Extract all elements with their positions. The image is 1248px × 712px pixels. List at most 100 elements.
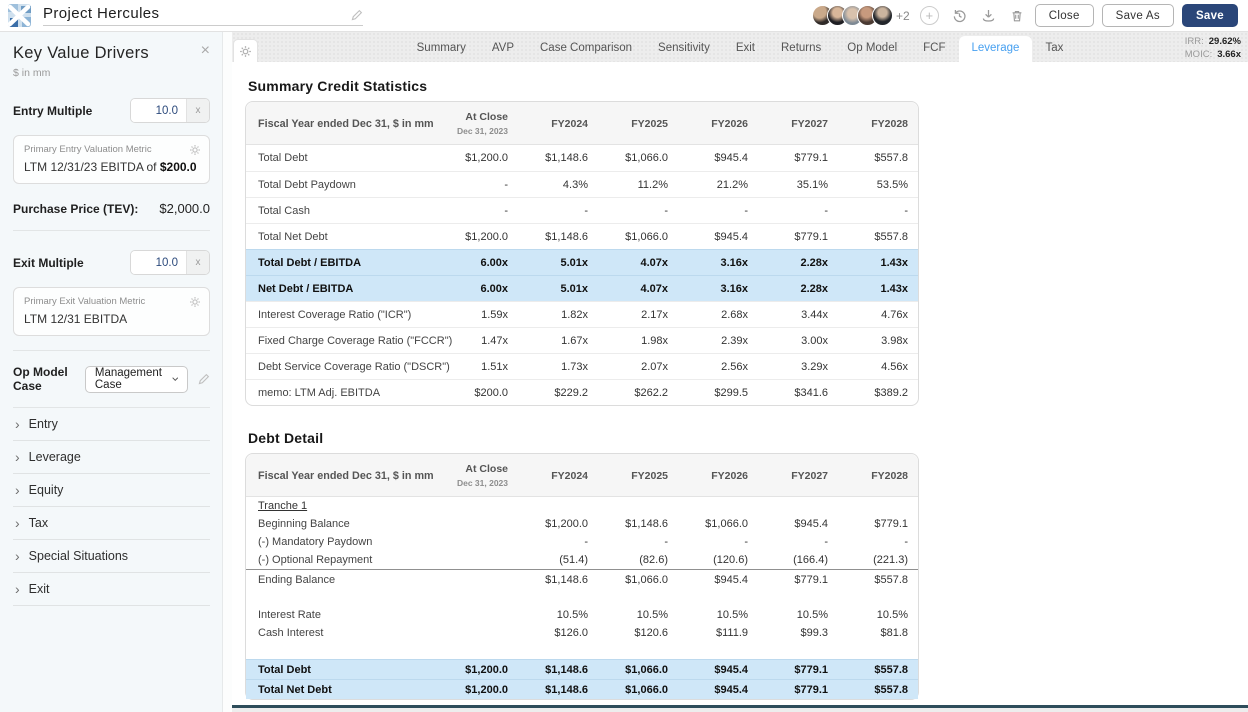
row-value: (166.4) [758, 554, 838, 566]
exit-valuation-metric-card[interactable]: Primary Exit Valuation Metric LTM 12/31 … [13, 287, 210, 336]
op-model-case-select[interactable]: Management Case [85, 366, 188, 393]
row-value: 1.73x [518, 361, 598, 373]
chevron-right-icon: › [15, 584, 20, 594]
row-value: 1.51x [438, 361, 518, 373]
entry-metric-text: LTM 12/31/23 EBITDA of [24, 160, 157, 174]
save-as-button[interactable]: Save As [1102, 4, 1174, 27]
summary-credit-statistics-title: Summary Credit Statistics [248, 78, 1248, 94]
row-label: Net Debt / EBITDA [246, 283, 438, 295]
tab-fcf[interactable]: FCF [910, 36, 958, 62]
tab-tax[interactable]: Tax [1032, 36, 1076, 62]
save-button[interactable]: Save [1182, 4, 1238, 27]
row-value: 1.47x [438, 335, 518, 347]
sidebar-section-entry[interactable]: ›Entry [13, 408, 210, 441]
header-year: FY2025 [598, 118, 678, 130]
add-collaborator-button[interactable]: + [918, 4, 941, 27]
close-button[interactable]: Close [1035, 4, 1094, 27]
row-value: $126.0 [518, 627, 598, 639]
gear-icon[interactable] [189, 143, 201, 161]
row-value: $557.8 [838, 152, 918, 164]
exit-multiple-input[interactable] [131, 251, 186, 274]
tab-list: SummaryAVPCase ComparisonSensitivityExit… [404, 36, 1077, 62]
history-icon[interactable] [949, 5, 970, 26]
edit-title-icon[interactable] [350, 9, 363, 22]
sidebar-scrollbar-track[interactable] [222, 32, 232, 712]
entry-valuation-metric-card[interactable]: Primary Entry Valuation Metric LTM 12/31… [13, 135, 210, 184]
sidebar-section-exit[interactable]: ›Exit [13, 573, 210, 606]
table-row: memo: LTM Adj. EBITDA$200.0$229.2$262.2$… [246, 379, 918, 405]
sidebar-section-special-situations[interactable]: ›Special Situations [13, 540, 210, 573]
op-model-case-label: Op Model Case [13, 365, 76, 393]
row-value: - [758, 536, 838, 548]
sidebar-section-equity[interactable]: ›Equity [13, 474, 210, 507]
row-value: $1,148.6 [518, 231, 598, 243]
divider [13, 230, 210, 231]
trash-icon[interactable] [1007, 6, 1027, 26]
row-value: - [838, 205, 918, 217]
row-value: $1,066.0 [598, 231, 678, 243]
row-value: $1,200.0 [518, 518, 598, 530]
edit-case-icon[interactable] [197, 373, 210, 386]
row-value: 10.5% [838, 609, 918, 621]
header-year: FY2027 [758, 118, 838, 130]
section-label: Special Situations [29, 549, 128, 563]
tab-op-model[interactable]: Op Model [834, 36, 910, 62]
moic-value: 3.66x [1217, 49, 1241, 60]
row-label: (-) Mandatory Paydown [246, 536, 438, 548]
row-value: $389.2 [838, 387, 918, 399]
collaborator-overflow-count: +2 [896, 9, 910, 23]
table-row: Total Debt$1,200.0$1,148.6$1,066.0$945.4… [246, 145, 918, 171]
units-label: $ in mm [13, 67, 210, 79]
tab-leverage[interactable]: Leverage [959, 36, 1033, 62]
moic-label: MOIC: [1185, 49, 1212, 60]
row-value: 1.67x [518, 335, 598, 347]
row-value: $557.8 [838, 231, 918, 243]
row-label: Total Debt / EBITDA [246, 257, 438, 269]
close-panel-icon[interactable]: × [201, 44, 210, 58]
table-row: Net Debt / EBITDA6.00x5.01x4.07x3.16x2.2… [246, 275, 918, 301]
row-value: $1,148.6 [598, 518, 678, 530]
row-label: Total Net Debt [246, 231, 438, 243]
tab-returns[interactable]: Returns [768, 36, 834, 62]
project-title[interactable]: Project Hercules [43, 5, 159, 22]
chevron-down-icon [172, 376, 178, 382]
row-value: $779.1 [758, 152, 838, 164]
download-icon[interactable] [978, 5, 999, 26]
table-row: Total Debt$1,200.0$1,148.6$1,066.0$945.4… [246, 659, 918, 679]
row-value: 6.00x [438, 283, 518, 295]
irr-value: 29.62% [1209, 36, 1241, 47]
settings-gear-tab[interactable] [233, 39, 258, 62]
entry-multiple-input[interactable] [131, 99, 186, 122]
header-fiscal-year-label: Fiscal Year ended Dec 31, $ in mm [246, 118, 438, 130]
header-year: FY2024 [518, 470, 598, 482]
row-value: 5.01x [518, 283, 598, 295]
row-value: $1,066.0 [678, 518, 758, 530]
entry-metric-label: Primary Entry Valuation Metric [24, 144, 199, 155]
tab-summary[interactable]: Summary [404, 36, 479, 62]
entry-multiple-label: Entry Multiple [13, 104, 92, 118]
tab-avp[interactable]: AVP [479, 36, 527, 62]
row-value: 35.1% [758, 179, 838, 191]
row-label: Interest Coverage Ratio ("ICR") [246, 309, 438, 321]
sidebar-section-leverage[interactable]: ›Leverage [13, 441, 210, 474]
table-row: Fixed Charge Coverage Ratio ("FCCR")1.47… [246, 327, 918, 353]
row-value: $945.4 [678, 152, 758, 164]
row-value: 2.39x [678, 335, 758, 347]
row-value: (221.3) [838, 554, 918, 566]
row-value: 10.5% [678, 609, 758, 621]
row-label: Interest Rate [246, 609, 438, 621]
row-label: memo: LTM Adj. EBITDA [246, 387, 438, 399]
tab-case-comparison[interactable]: Case Comparison [527, 36, 645, 62]
gear-icon[interactable] [189, 295, 201, 313]
row-value: $99.3 [758, 627, 838, 639]
sidebar-accordion: ›Entry›Leverage›Equity›Tax›Special Situa… [13, 408, 210, 606]
sidebar-section-tax[interactable]: ›Tax [13, 507, 210, 540]
tab-sensitivity[interactable]: Sensitivity [645, 36, 723, 62]
panel-title: Key Value Drivers [13, 44, 149, 63]
plus-icon: + [920, 6, 939, 25]
tab-exit[interactable]: Exit [723, 36, 768, 62]
row-label: Fixed Charge Coverage Ratio ("FCCR") [246, 335, 438, 347]
row-value: $341.6 [758, 387, 838, 399]
divider [13, 350, 210, 351]
row-value: $1,200.0 [438, 684, 518, 696]
